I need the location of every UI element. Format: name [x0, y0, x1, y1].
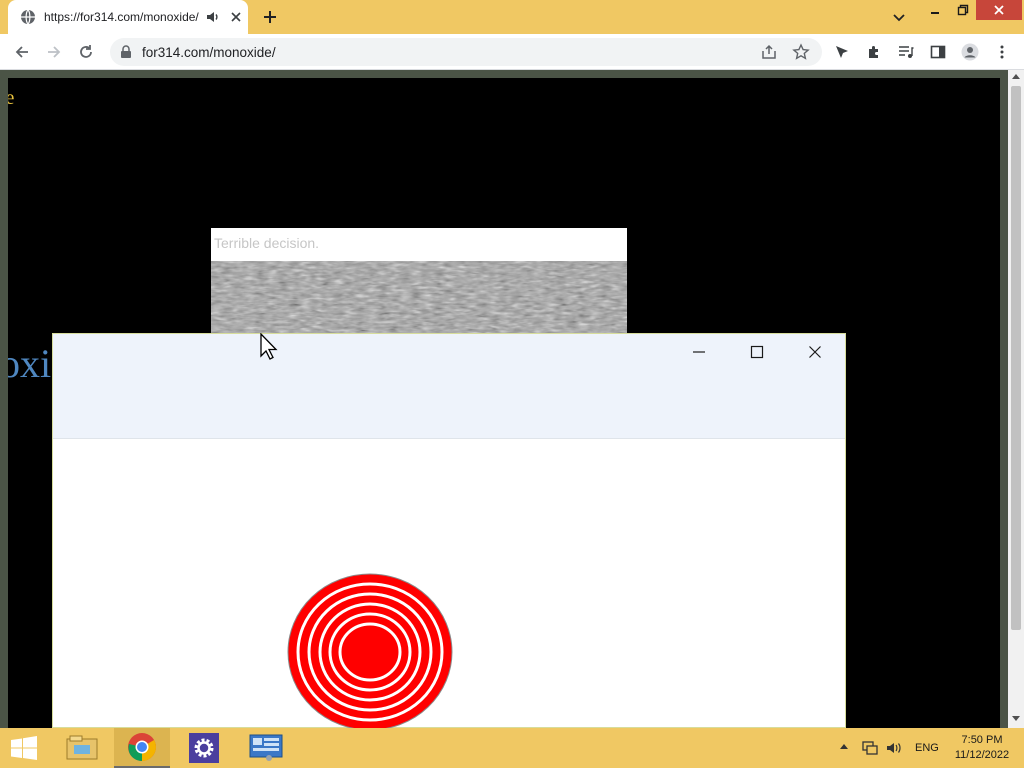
- foreground-window[interactable]: [52, 333, 846, 731]
- taskbar-control-panel[interactable]: [238, 728, 294, 768]
- fg-maximize-button[interactable]: [743, 342, 771, 362]
- url-text[interactable]: for314.com/monoxide/: [142, 45, 276, 60]
- puzzle-icon: [869, 46, 878, 58]
- file-explorer-icon: [66, 735, 98, 760]
- menu-button[interactable]: [992, 42, 1012, 62]
- chrome-icon: [128, 733, 156, 761]
- window-minimize-button[interactable]: [921, 0, 949, 20]
- tab-title: https://for314.com/monoxide/: [44, 10, 199, 24]
- fg-close-button[interactable]: [801, 342, 829, 362]
- forward-button[interactable]: [44, 42, 64, 62]
- language-indicator[interactable]: ENG: [915, 742, 939, 754]
- minimize-icon: [931, 12, 939, 14]
- chevron-down-icon[interactable]: [890, 8, 908, 26]
- media-button[interactable]: [896, 42, 916, 62]
- system-clock[interactable]: 7:50 PM 11/12/2022: [950, 733, 1014, 763]
- lock-icon[interactable]: [120, 45, 132, 59]
- clock-time: 7:50 PM: [961, 734, 1003, 746]
- share-icon[interactable]: [760, 43, 778, 61]
- network-icon[interactable]: [862, 740, 878, 756]
- window-restore-button[interactable]: [949, 0, 977, 20]
- browser-toolbar: for314.com/monoxide/: [0, 34, 1024, 70]
- scroll-up-icon[interactable]: [1012, 74, 1020, 79]
- minimize-icon: [693, 351, 705, 353]
- screen: https://for314.com/monoxide/ for314.com/…: [0, 0, 1024, 768]
- clock-date: 11/12/2022: [954, 749, 1010, 761]
- browser-tab[interactable]: https://for314.com/monoxide/: [8, 0, 248, 34]
- cursor-extension-button[interactable]: [832, 42, 852, 62]
- static-noise-image: [211, 261, 627, 336]
- window-close-button[interactable]: [976, 0, 1022, 20]
- star-icon[interactable]: [792, 43, 810, 61]
- tray-expand-icon[interactable]: [840, 744, 848, 749]
- globe-icon: [21, 9, 35, 25]
- extensions-button[interactable]: [864, 42, 884, 62]
- restore-icon: [957, 4, 969, 16]
- profile-icon: [961, 43, 979, 61]
- kebab-icon: [1000, 45, 1004, 59]
- red-target-graphic: [287, 573, 453, 731]
- volume-icon[interactable]: [886, 740, 902, 756]
- windows-start-icon: [11, 736, 37, 760]
- profile-button[interactable]: [960, 42, 980, 62]
- maximize-icon: [750, 345, 764, 359]
- start-button[interactable]: [0, 728, 48, 768]
- forward-icon: [48, 46, 61, 58]
- reload-button[interactable]: [76, 42, 96, 62]
- page-text-fragment: le: [8, 87, 15, 109]
- taskbar-settings[interactable]: [176, 728, 232, 768]
- media-icon: [899, 46, 914, 58]
- page-scrollbar[interactable]: [1008, 70, 1024, 728]
- cursor-extension-icon: [836, 46, 848, 58]
- glitch-popup: Terrible decision.: [211, 228, 627, 336]
- taskbar-chrome[interactable]: [114, 728, 170, 768]
- browser-tabstrip: https://for314.com/monoxide/: [0, 0, 1024, 34]
- back-icon: [15, 46, 28, 58]
- speaker-icon[interactable]: [205, 9, 221, 25]
- window-titlebar[interactable]: [53, 334, 845, 439]
- close-icon: [809, 346, 821, 358]
- control-panel-icon: [249, 734, 283, 761]
- side-panel-button[interactable]: [928, 42, 948, 62]
- settings-icon: [189, 733, 219, 763]
- close-icon: [994, 5, 1004, 15]
- new-tab-icon[interactable]: [260, 7, 280, 27]
- scroll-down-icon[interactable]: [1012, 716, 1020, 721]
- fg-minimize-button[interactable]: [685, 342, 713, 362]
- taskbar: ENG 7:50 PM 11/12/2022: [0, 728, 1024, 768]
- taskbar-file-explorer[interactable]: [54, 728, 110, 768]
- address-bar[interactable]: for314.com/monoxide/: [110, 38, 822, 66]
- close-tab-icon[interactable]: [228, 9, 244, 25]
- scroll-thumb[interactable]: [1011, 86, 1021, 630]
- mouse-cursor-icon: [260, 333, 278, 360]
- reload-icon: [80, 45, 92, 58]
- popup-message: Terrible decision.: [214, 235, 320, 251]
- back-button[interactable]: [12, 42, 32, 62]
- sidepanel-icon: [930, 45, 946, 59]
